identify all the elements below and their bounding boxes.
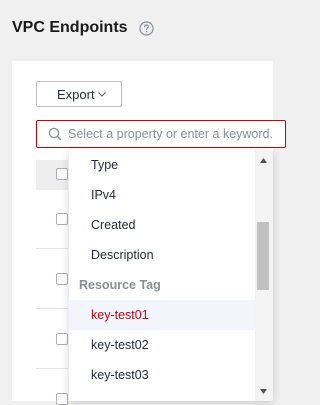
- scroll-down-arrow-icon[interactable]: [260, 389, 267, 394]
- chevron-down-icon: [98, 92, 106, 97]
- dropdown-item-key-test03[interactable]: key-test03: [69, 360, 255, 390]
- dropdown-scrollbar[interactable]: [255, 150, 273, 401]
- dropdown-item-label: key-test01: [91, 308, 149, 322]
- export-button-label: Export: [57, 87, 95, 102]
- dropdown-item-label: Type: [91, 158, 119, 172]
- dropdown-group-label: Resource Tag: [79, 278, 161, 292]
- dropdown-item-label: key-test03: [91, 368, 149, 382]
- search-icon: [48, 127, 62, 141]
- dropdown-item-label: IPv4: [91, 188, 117, 202]
- dropdown-item-created[interactable]: Created: [69, 210, 255, 240]
- dropdown-group-resource-tag: Resource Tag: [69, 270, 255, 300]
- row-divider: [36, 308, 68, 309]
- row-divider: [36, 248, 68, 249]
- search-input[interactable]: [68, 124, 278, 144]
- page-header: VPC Endpoints: [0, 0, 273, 58]
- property-dropdown: Type IPv4 Created Description Resource T…: [69, 150, 273, 401]
- dropdown-item-type[interactable]: Type: [69, 150, 255, 180]
- dropdown-item-key-test02[interactable]: key-test02: [69, 330, 255, 360]
- row-checkbox[interactable]: [56, 333, 68, 345]
- row-checkbox[interactable]: [56, 213, 68, 225]
- table-header-row: [36, 160, 68, 190]
- export-button[interactable]: Export: [36, 81, 122, 107]
- page-title: VPC Endpoints: [12, 19, 128, 36]
- dropdown-item-ipv4[interactable]: IPv4: [69, 180, 255, 210]
- row-checkbox[interactable]: [56, 273, 68, 285]
- scroll-up-arrow-icon[interactable]: [260, 158, 267, 163]
- dropdown-item-description[interactable]: Description: [69, 240, 255, 270]
- scrollbar-thumb[interactable]: [257, 222, 269, 290]
- dropdown-item-key-test01[interactable]: key-test01: [69, 300, 255, 330]
- help-icon[interactable]: [139, 21, 154, 36]
- row-divider: [36, 368, 68, 369]
- row-checkbox[interactable]: [56, 393, 68, 405]
- select-all-checkbox[interactable]: [56, 168, 68, 180]
- search-box[interactable]: [36, 120, 286, 148]
- table-select-column: [36, 160, 68, 405]
- dropdown-item-label: Description: [91, 248, 154, 262]
- dropdown-item-label: key-test02: [91, 338, 149, 352]
- dropdown-item-label: Created: [91, 218, 136, 232]
